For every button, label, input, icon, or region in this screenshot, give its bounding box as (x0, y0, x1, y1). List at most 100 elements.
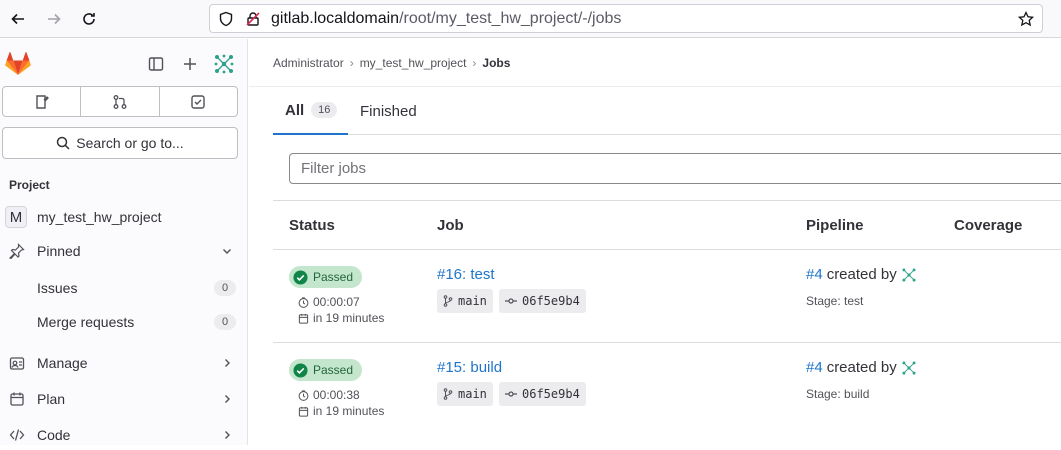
reload-button[interactable] (76, 6, 102, 32)
sidebar-item-plan[interactable]: Plan (0, 384, 248, 414)
commit-sha: 06f5e9b4 (522, 294, 580, 308)
branch-icon (443, 388, 453, 400)
job-finished-time: in 19 minutes (298, 404, 384, 418)
create-new-button[interactable] (179, 53, 201, 75)
branch-name: main (458, 387, 487, 401)
pin-icon (9, 243, 25, 259)
breadcrumb-project[interactable]: my_test_hw_project (360, 56, 467, 70)
status-label: Passed (313, 363, 354, 377)
finished-text: in 19 minutes (313, 311, 385, 325)
plan-calendar-icon (9, 391, 25, 407)
commit-sha: 06f5e9b4 (522, 387, 580, 401)
sidebar-item-manage[interactable]: Manage (0, 348, 248, 378)
job-link[interactable]: #15: build (437, 359, 502, 376)
breadcrumb-separator-icon: › (472, 56, 477, 70)
pipeline-link[interactable]: #4 (806, 266, 823, 283)
clock-icon (298, 296, 309, 308)
pipeline-link[interactable]: #4 (806, 359, 823, 376)
job-link[interactable]: #16: test (437, 266, 495, 283)
filter-jobs-input[interactable]: Filter jobs (289, 153, 1061, 184)
jobs-tabs: All 16 Finished (273, 87, 1061, 135)
chevron-right-icon (221, 357, 233, 369)
sidebar-item-label: Plan (37, 391, 66, 407)
collapse-sidebar-button[interactable] (145, 53, 167, 75)
todo-checkbox-icon (191, 94, 206, 109)
insecure-lock-icon[interactable] (245, 11, 261, 27)
sidebar-item-issues[interactable]: Issues 0 (0, 273, 248, 303)
calendar-icon (298, 313, 309, 324)
breadcrumb-current[interactable]: Jobs (482, 56, 510, 70)
sidebar: Search or go to... Project M my_test_hw_… (0, 39, 248, 445)
search-icon (57, 136, 70, 150)
branch-ref-badge[interactable]: main (437, 289, 493, 313)
back-button[interactable] (5, 6, 31, 32)
manage-users-icon (9, 355, 25, 371)
status-badge[interactable]: Passed (289, 266, 363, 288)
column-header-status: Status (289, 217, 335, 234)
bookmark-star-icon[interactable] (1018, 11, 1034, 27)
duration-text: 00:00:07 (313, 295, 360, 309)
chevron-right-icon (221, 429, 233, 441)
assigned-issues-button[interactable] (3, 87, 82, 116)
clock-icon (298, 389, 309, 401)
merge-request-icon (113, 94, 127, 109)
tab-all[interactable]: All 16 (273, 87, 348, 135)
chevron-right-icon (221, 393, 233, 405)
sidebar-project-link[interactable]: M my_test_hw_project (0, 202, 248, 232)
sidebar-item-label: Merge requests (37, 314, 135, 330)
user-avatar-icon (214, 54, 234, 74)
user-avatar-button[interactable] (213, 53, 235, 75)
browser-toolbar: gitlab.localdomain/root/my_test_hw_proje… (0, 0, 1061, 38)
gitlab-tanuki-icon (5, 52, 31, 75)
commit-sha-badge[interactable]: 06f5e9b4 (499, 382, 586, 406)
sidebar-section-title: Project (9, 178, 50, 192)
plus-icon (184, 58, 196, 70)
breadcrumb: Administrator › my_test_hw_project › Job… (273, 56, 510, 70)
url-host: gitlab.localdomain (271, 10, 400, 27)
status-badge[interactable]: Passed (289, 359, 363, 381)
sidebar-item-label: Pinned (37, 243, 81, 259)
user-avatar-icon[interactable] (901, 267, 917, 283)
tab-all-label: All (285, 101, 305, 119)
filter-placeholder: Filter jobs (301, 160, 367, 177)
job-duration: 00:00:07 (298, 295, 360, 309)
job-duration: 00:00:38 (298, 388, 360, 402)
sidebar-toggle-icon (148, 57, 164, 71)
commit-icon (505, 298, 517, 304)
stage-text: Stage: test (806, 294, 864, 308)
code-icon (9, 427, 25, 443)
merge-requests-button[interactable] (81, 87, 160, 116)
arrow-left-icon (11, 13, 24, 25)
breadcrumb-separator-icon: › (349, 56, 354, 70)
sidebar-item-label: Code (37, 427, 71, 443)
column-header-job: Job (437, 217, 464, 234)
column-header-coverage: Coverage (954, 217, 1023, 234)
gitlab-logo[interactable] (5, 52, 31, 81)
address-bar[interactable]: gitlab.localdomain/root/my_test_hw_proje… (209, 4, 1043, 33)
url-text: gitlab.localdomain/root/my_test_hw_proje… (271, 10, 621, 28)
issues-icon (35, 94, 49, 109)
stage-text: Stage: build (806, 387, 870, 401)
branch-ref-badge[interactable]: main (437, 382, 493, 406)
issues-count-badge: 0 (214, 280, 236, 296)
shield-icon[interactable] (218, 11, 234, 27)
branch-name: main (458, 294, 487, 308)
todos-button[interactable] (160, 87, 237, 116)
sidebar-item-merge-requests[interactable]: Merge requests 0 (0, 307, 248, 337)
search-button[interactable]: Search or go to... (2, 127, 238, 159)
sidebar-item-code[interactable]: Code (0, 420, 248, 450)
pipeline-info: #4 created by (806, 359, 917, 376)
branch-icon (443, 295, 453, 307)
status-success-icon (293, 269, 308, 285)
breadcrumb-administrator[interactable]: Administrator (273, 56, 344, 70)
commit-icon (505, 391, 517, 397)
tab-finished[interactable]: Finished (360, 87, 417, 135)
user-avatar-icon[interactable] (901, 360, 917, 376)
forward-button[interactable] (41, 6, 67, 32)
commit-sha-badge[interactable]: 06f5e9b4 (499, 289, 586, 313)
tab-finished-label: Finished (360, 102, 417, 120)
status-label: Passed (313, 270, 354, 284)
sidebar-item-label: Manage (37, 355, 88, 371)
status-success-icon (293, 362, 308, 378)
sidebar-item-pinned[interactable]: Pinned (0, 236, 248, 266)
